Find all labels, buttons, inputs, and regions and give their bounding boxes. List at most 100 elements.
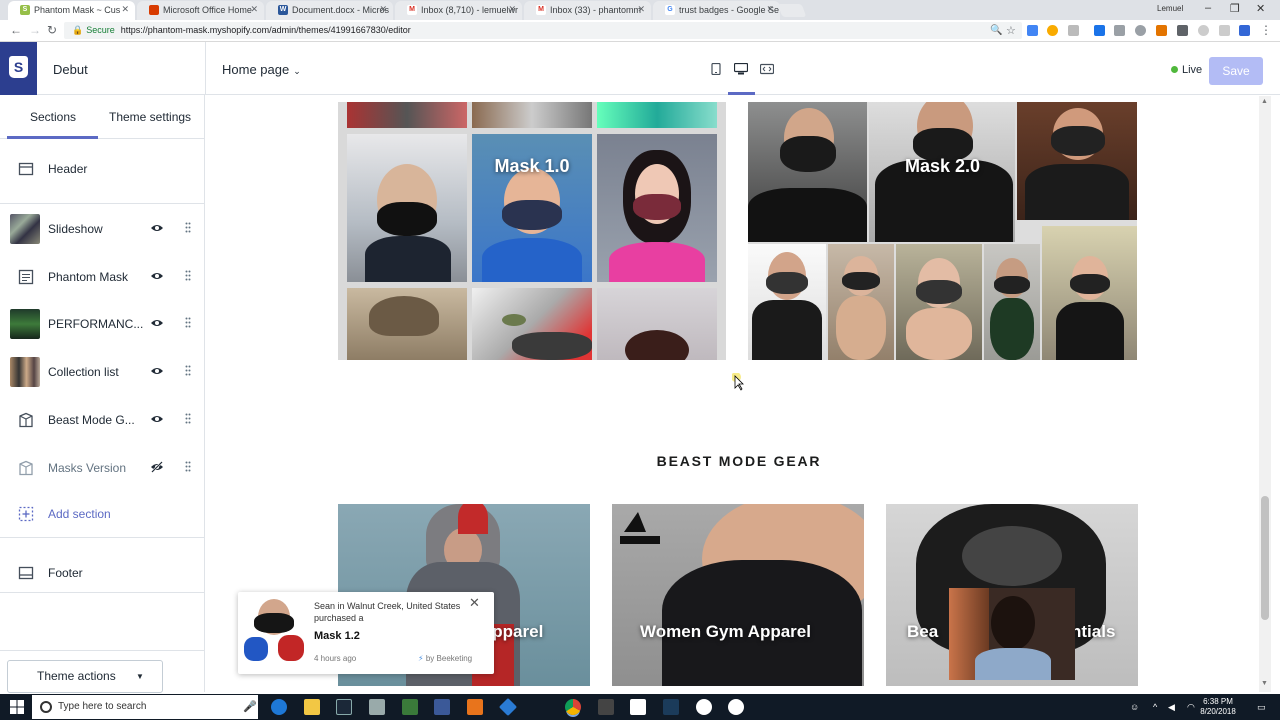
collection-card-mask-1[interactable]: Mask 1.0 bbox=[338, 102, 726, 360]
sidebar-item-phantom-mask[interactable]: Phantom Mask bbox=[0, 254, 205, 300]
windows-start-icon[interactable] bbox=[10, 700, 24, 714]
eye-icon[interactable] bbox=[150, 365, 164, 377]
drag-handle-icon[interactable] bbox=[185, 317, 191, 328]
edge-icon[interactable] bbox=[271, 699, 287, 715]
extension-icon[interactable] bbox=[1068, 25, 1079, 36]
extension-icon[interactable] bbox=[1094, 25, 1105, 36]
sidebar-item-label: Footer bbox=[48, 566, 83, 580]
minimize-icon[interactable]: – bbox=[1205, 2, 1211, 14]
tab-sections[interactable]: Sections bbox=[30, 110, 76, 124]
reload-icon[interactable]: ↻ bbox=[47, 23, 57, 37]
sidebar-item-footer[interactable]: Footer bbox=[0, 550, 205, 596]
extension-icon[interactable] bbox=[1047, 25, 1058, 36]
eye-icon[interactable] bbox=[150, 270, 164, 282]
app-icon[interactable] bbox=[369, 699, 385, 715]
close-icon[interactable]: ✕ bbox=[469, 595, 480, 611]
notifications-icon[interactable]: ▭ bbox=[1257, 702, 1266, 712]
app-icon[interactable] bbox=[498, 697, 518, 717]
scroll-up-icon[interactable]: ▲ bbox=[1261, 98, 1268, 105]
extension-icon[interactable] bbox=[1114, 25, 1125, 36]
add-section-button[interactable]: Add section bbox=[0, 491, 205, 537]
system-clock[interactable]: 6:38 PM 8/20/2018 bbox=[1196, 697, 1240, 717]
drag-handle-icon[interactable] bbox=[185, 461, 191, 472]
save-button[interactable]: Save bbox=[1209, 57, 1263, 85]
eye-hidden-icon[interactable] bbox=[150, 461, 164, 473]
extension-icon[interactable] bbox=[1135, 25, 1146, 36]
close-icon[interactable]: ✕ bbox=[379, 4, 387, 15]
forward-icon[interactable]: → bbox=[29, 23, 41, 37]
eye-icon[interactable] bbox=[150, 222, 164, 234]
steam-icon[interactable] bbox=[336, 699, 352, 715]
sidebar-item-masks-version[interactable]: Masks Version bbox=[0, 445, 205, 491]
product-card-women-gym-apparel[interactable]: Women Gym Apparel bbox=[612, 504, 864, 686]
sidebar-item-performance[interactable]: PERFORMANC... bbox=[0, 301, 205, 347]
back-icon[interactable]: ← bbox=[10, 23, 22, 37]
shopify-logo-icon[interactable]: S bbox=[0, 42, 37, 95]
taskbar-search-input[interactable]: Type here to search 🎤 bbox=[32, 695, 258, 719]
bookmark-star-icon[interactable]: ☆ bbox=[1006, 24, 1016, 37]
microphone-icon[interactable]: 🎤 bbox=[243, 695, 257, 719]
sales-notification-popup[interactable]: Sean in Walnut Creek, United States purc… bbox=[238, 592, 494, 674]
theme-actions-button[interactable]: Theme actions ▼ bbox=[7, 660, 163, 693]
drag-handle-icon[interactable] bbox=[185, 270, 191, 281]
desktop-view-icon[interactable] bbox=[734, 63, 748, 75]
extension-icon[interactable] bbox=[1219, 25, 1230, 36]
restore-icon[interactable]: ❐ bbox=[1230, 2, 1240, 15]
calculator-icon[interactable] bbox=[598, 699, 614, 715]
notification-product[interactable]: Mask 1.2 bbox=[314, 630, 360, 642]
close-icon[interactable]: ✕ bbox=[637, 4, 645, 15]
profile-name[interactable]: Lemuel bbox=[1157, 4, 1183, 13]
extension-icon[interactable] bbox=[1177, 25, 1188, 36]
sidebar-item-header[interactable]: Header bbox=[0, 146, 205, 192]
tab-word-document[interactable]: W Document.docx - Micros ✕ bbox=[266, 1, 393, 20]
chrome-menu-icon[interactable]: ⋮ bbox=[1260, 23, 1272, 37]
close-icon[interactable]: ✕ bbox=[766, 4, 774, 15]
scrollbar-thumb[interactable] bbox=[1261, 496, 1269, 620]
extension-icon[interactable] bbox=[1027, 25, 1038, 36]
page-selector[interactable]: Home page ⌄ bbox=[222, 62, 301, 77]
extension-icon[interactable] bbox=[1198, 25, 1209, 36]
close-icon[interactable]: ✕ bbox=[508, 4, 516, 15]
drag-handle-icon[interactable] bbox=[185, 365, 191, 376]
settings-icon[interactable] bbox=[728, 699, 744, 715]
close-icon[interactable]: ✕ bbox=[250, 4, 258, 15]
zoom-icon[interactable]: 🔍 bbox=[990, 25, 1002, 36]
theme-preview[interactable]: Mask 1.0 Mask 2.0 BEAST MODE GEAR Appare… bbox=[206, 96, 1268, 692]
tab-shopify-editor[interactable]: S Phantom Mask ~ Cus ✕ bbox=[8, 1, 135, 20]
volume-icon[interactable]: ◀ bbox=[1168, 702, 1177, 712]
app-icon[interactable] bbox=[663, 699, 679, 715]
sidebar-item-beast-mode-gear[interactable]: Beast Mode G... bbox=[0, 397, 205, 443]
people-icon[interactable]: ☺ bbox=[1130, 702, 1139, 712]
fullscreen-view-icon[interactable] bbox=[760, 63, 774, 75]
itunes-icon[interactable] bbox=[696, 699, 712, 715]
show-hidden-icons[interactable]: ^ bbox=[1153, 702, 1162, 712]
chrome-icon[interactable] bbox=[565, 699, 581, 715]
url-input[interactable]: 🔒 Secure https://phantom-mask.myshopify.co… bbox=[64, 22, 1022, 39]
tab-gmail-inbox-1[interactable]: M Inbox (8,710) - lemuelwr ✕ bbox=[395, 1, 522, 20]
drag-handle-icon[interactable] bbox=[185, 222, 191, 233]
mobile-view-icon[interactable] bbox=[709, 63, 723, 75]
network-icon[interactable]: ◠ bbox=[1187, 702, 1196, 712]
scroll-down-icon[interactable]: ▼ bbox=[1261, 680, 1268, 687]
file-explorer-icon[interactable] bbox=[304, 699, 320, 715]
tab-office-home[interactable]: Microsoft Office Home ✕ bbox=[137, 1, 264, 20]
app-icon[interactable] bbox=[402, 699, 418, 715]
close-window-icon[interactable]: ✕ bbox=[1256, 2, 1265, 15]
app-icon[interactable] bbox=[467, 699, 483, 715]
eye-icon[interactable] bbox=[150, 317, 164, 329]
new-tab-button[interactable] bbox=[777, 4, 807, 17]
tab-gmail-inbox-2[interactable]: M Inbox (33) - phantomm ✕ bbox=[524, 1, 651, 20]
collection-card-mask-2[interactable]: Mask 2.0 bbox=[748, 102, 1137, 360]
extension-icon[interactable] bbox=[1239, 25, 1250, 36]
tab-google-search[interactable]: G trust badges - Google Se ✕ bbox=[653, 1, 780, 20]
sidebar-item-collection-list[interactable]: Collection list bbox=[0, 349, 205, 395]
sidebar-item-slideshow[interactable]: Slideshow bbox=[0, 206, 205, 252]
preview-scrollbar[interactable]: ▲ ▼ bbox=[1259, 96, 1271, 692]
extension-icon[interactable] bbox=[1156, 25, 1167, 36]
app-icon[interactable] bbox=[434, 699, 450, 715]
eye-icon[interactable] bbox=[150, 413, 164, 425]
tab-theme-settings[interactable]: Theme settings bbox=[109, 110, 191, 124]
close-icon[interactable]: ✕ bbox=[121, 4, 129, 15]
drag-handle-icon[interactable] bbox=[185, 413, 191, 424]
app-icon[interactable] bbox=[630, 699, 646, 715]
